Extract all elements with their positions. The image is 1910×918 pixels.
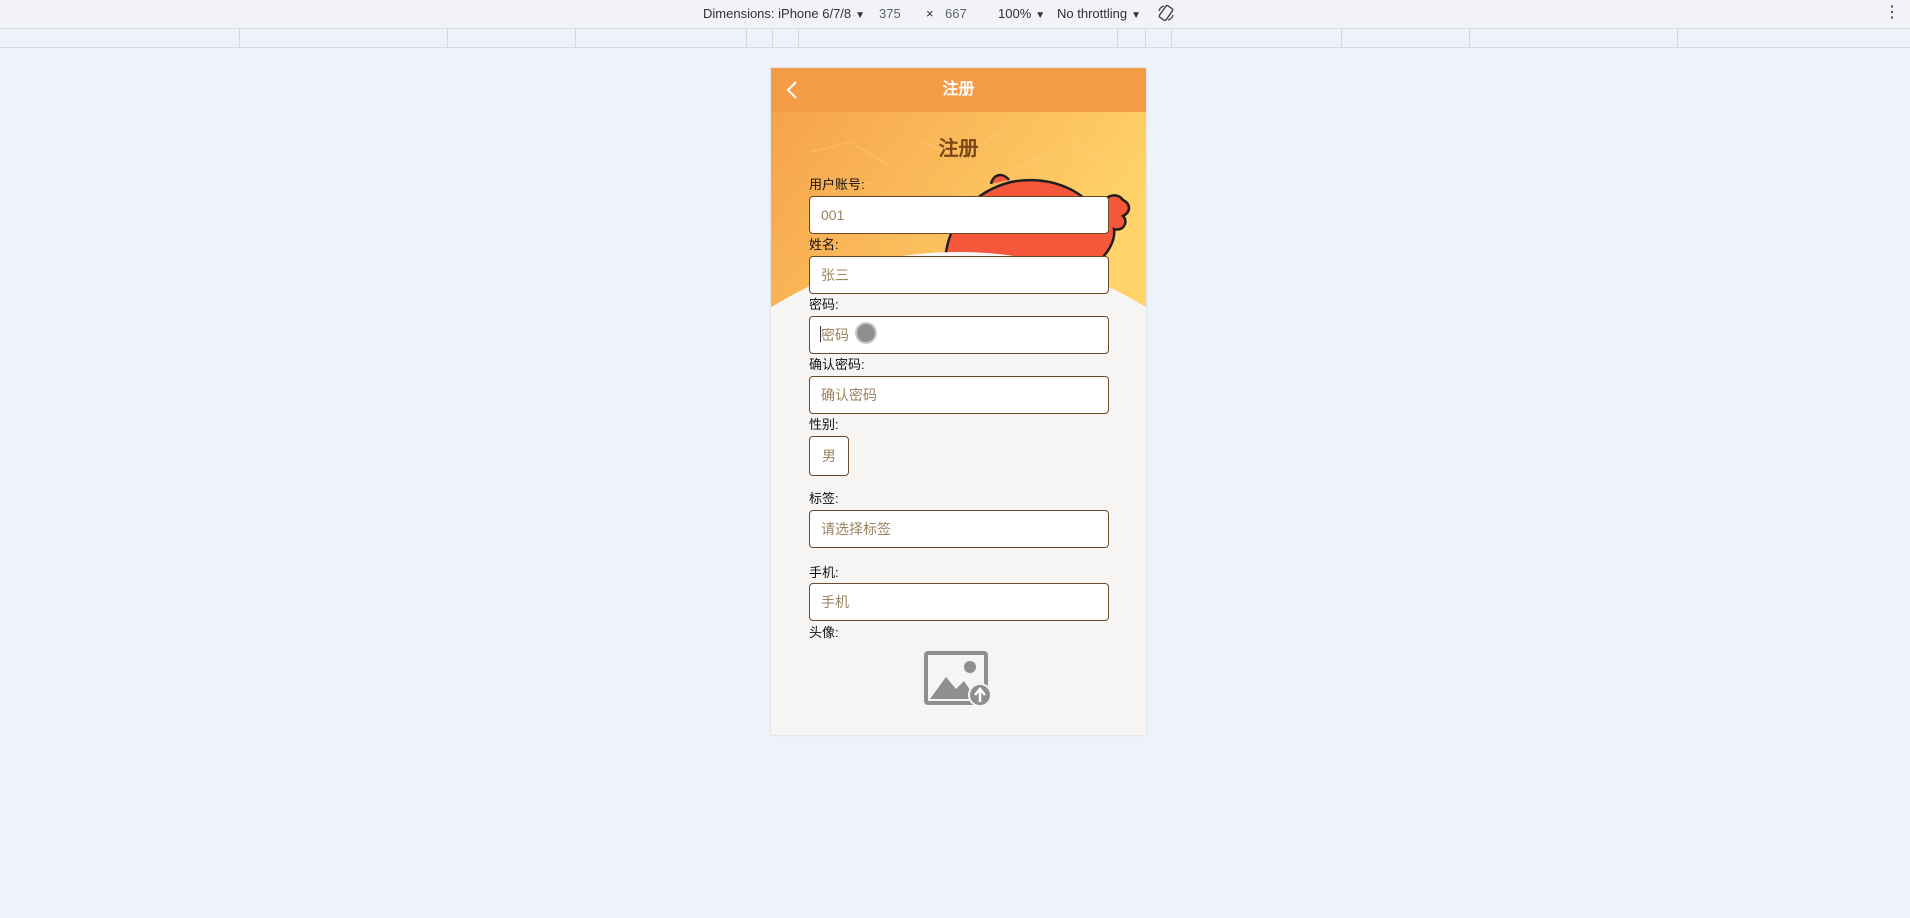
name-input[interactable] [809, 256, 1109, 294]
text-cursor [820, 326, 821, 342]
ruler-tick[interactable] [239, 29, 240, 47]
times-sign: × [926, 6, 934, 21]
ruler-tick[interactable] [1145, 29, 1146, 47]
phone-input[interactable] [809, 583, 1109, 621]
tags-label: 标签: [809, 491, 839, 506]
navbar-title: 注册 [942, 81, 975, 98]
throttling-select[interactable]: No throttling ▼ [1057, 6, 1141, 21]
media-query-ruler [0, 29, 1910, 48]
password-label: 密码: [809, 297, 839, 312]
avatar-label: 头像: [809, 625, 839, 640]
image-upload-icon[interactable] [924, 651, 992, 707]
gender-label: 性别: [809, 417, 839, 432]
device-select[interactable]: Dimensions: iPhone 6/7/8 ▼ [703, 6, 865, 21]
ruler-tick[interactable] [575, 29, 576, 47]
height-input[interactable]: 667 [945, 6, 967, 21]
account-label: 用户账号: [809, 177, 865, 192]
chevron-down-icon: ▼ [855, 10, 866, 21]
password-input[interactable] [809, 316, 1109, 354]
phone-label: 手机: [809, 565, 839, 580]
navbar: 注册 [771, 68, 1146, 112]
form-title: 注册 [938, 138, 979, 160]
confirm-password-input[interactable] [809, 376, 1109, 414]
chevron-down-icon: ▼ [1131, 10, 1141, 21]
ruler-tick[interactable] [1469, 29, 1470, 47]
ruler-tick[interactable] [447, 29, 448, 47]
ruler-tick[interactable] [1677, 29, 1678, 47]
rotate-icon[interactable] [1157, 4, 1175, 22]
ruler-tick[interactable] [798, 29, 799, 47]
more-options-icon[interactable]: ⋮ [1884, 4, 1900, 22]
zoom-label: 100% [998, 6, 1032, 21]
ruler-tick[interactable] [1117, 29, 1118, 47]
zoom-select[interactable]: 100% ▼ [998, 6, 1045, 21]
width-input[interactable]: 375 [879, 6, 901, 21]
ruler-tick[interactable] [1171, 29, 1172, 47]
password-visibility-toggle[interactable] [855, 322, 877, 344]
device-toolbar: Dimensions: iPhone 6/7/8 ▼ 375 × 667 100%… [0, 0, 1910, 29]
ruler-tick[interactable] [772, 29, 773, 47]
confirm-password-label: 确认密码: [809, 357, 865, 372]
throttling-label: No throttling [1057, 6, 1128, 21]
tags-input[interactable] [809, 510, 1109, 548]
gender-select[interactable]: 男 [809, 436, 849, 476]
phone-viewport: 注册 注册 用户账号: 姓名: 密码: 确认密码: 性别: 男 标签: 手机: … [771, 68, 1146, 735]
device-dimensions-label: Dimensions: iPhone 6/7/8 [703, 6, 852, 21]
chevron-down-icon: ▼ [1035, 10, 1046, 21]
name-label: 姓名: [809, 237, 839, 252]
ruler-tick[interactable] [746, 29, 747, 47]
ruler-tick[interactable] [1341, 29, 1342, 47]
account-input[interactable] [809, 196, 1109, 234]
